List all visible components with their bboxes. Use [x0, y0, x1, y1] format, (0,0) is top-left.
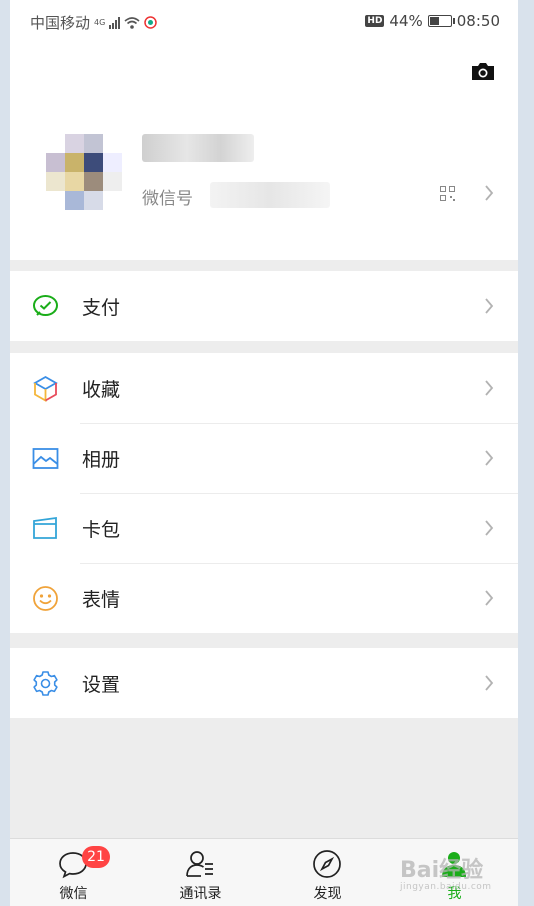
clock: 08:50 — [456, 12, 500, 30]
gear-icon — [33, 671, 58, 696]
wechat-id-blurred — [210, 182, 330, 208]
bottom-tab-bar: 21 微信 通讯录 发现 我 — [10, 838, 518, 906]
menu-item-favorites[interactable]: 收藏 — [10, 353, 518, 423]
tab-discover[interactable]: 发现 — [264, 839, 391, 906]
compass-icon — [313, 850, 341, 878]
tab-chats[interactable]: 21 微信 — [10, 839, 137, 906]
profile-header[interactable]: 微信号 — [10, 44, 518, 260]
signal-icon — [109, 16, 121, 29]
nickname-blurred — [142, 134, 254, 162]
contacts-icon — [186, 851, 213, 877]
menu-item-settings[interactable]: 设置 — [10, 648, 518, 718]
menu-item-cards[interactable]: 卡包 — [10, 493, 518, 563]
tab-label: 微信 — [59, 886, 88, 902]
menu-item-label: 表情 — [82, 588, 121, 611]
tab-contacts[interactable]: 通讯录 — [137, 839, 264, 906]
image-icon — [32, 448, 59, 469]
tab-label: 通讯录 — [179, 886, 222, 902]
me-icon — [442, 852, 466, 877]
chevron-right-icon — [485, 675, 494, 691]
carrier-name: 中国移动 — [30, 14, 91, 32]
avatar[interactable] — [46, 134, 122, 210]
chevron-right-icon — [485, 590, 494, 606]
battery-percent: 44% — [389, 12, 423, 30]
chevron-right-icon — [485, 520, 494, 536]
wallet-check-icon — [33, 295, 58, 316]
network-type: 4G — [94, 18, 106, 27]
cube-icon — [33, 375, 58, 402]
phone-screen: 中国移动 4G HD 44% 08:50 微信号 支付 收藏 相册 卡包 表情 … — [10, 0, 518, 906]
menu-item-label: 支付 — [82, 296, 121, 319]
app-notification-icon — [144, 16, 158, 29]
menu-item-album[interactable]: 相册 — [10, 423, 518, 493]
menu-item-label: 收藏 — [82, 378, 121, 401]
menu-item-label: 设置 — [82, 673, 121, 696]
menu-item-label: 相册 — [82, 448, 121, 471]
wifi-icon — [124, 16, 140, 29]
settings-group: 设置 — [10, 648, 518, 718]
chevron-right-icon — [485, 185, 494, 201]
card-wallet-icon — [33, 516, 57, 539]
tab-label: 我 — [447, 886, 462, 902]
status-bar: 中国移动 4G HD 44% 08:50 — [10, 0, 518, 44]
chevron-right-icon — [485, 380, 494, 396]
smiley-icon — [33, 586, 58, 611]
menu-item-label: 卡包 — [82, 518, 121, 541]
qr-code-icon[interactable] — [440, 186, 455, 201]
pay-group: 支付 — [10, 271, 518, 341]
battery-icon — [427, 15, 455, 27]
tab-me[interactable]: 我 — [391, 839, 518, 906]
wechat-id-label: 微信号 — [142, 189, 193, 209]
menu-item-stickers[interactable]: 表情 — [10, 563, 518, 633]
camera-icon[interactable] — [470, 60, 496, 82]
unread-badge: 21 — [82, 846, 110, 868]
hd-icon: HD — [365, 15, 385, 27]
tab-label: 发现 — [313, 886, 342, 902]
content-group: 收藏 相册 卡包 表情 — [10, 353, 518, 633]
chevron-right-icon — [485, 450, 494, 466]
chevron-right-icon — [485, 298, 494, 314]
menu-item-pay[interactable]: 支付 — [10, 271, 518, 341]
